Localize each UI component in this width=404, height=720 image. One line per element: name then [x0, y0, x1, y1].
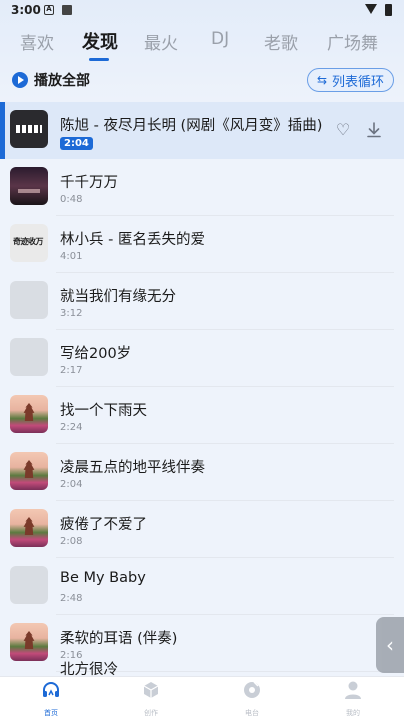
category-tabs: 喜欢 发现 最火 DJ 老歌 广场舞 [0, 26, 404, 61]
user-icon [343, 680, 363, 700]
battery-icon [385, 4, 392, 16]
album-art-placeholder [10, 281, 48, 319]
song-duration: 2:17 [60, 365, 83, 376]
song-row[interactable]: 陈旭 - 夜尽月长明 (网剧《风月变》插曲) 2:04 ♡ [0, 102, 404, 159]
song-title: 凌晨五点的地平线伴奏 [60, 460, 205, 476]
song-title: 陈旭 - 夜尽月长明 (网剧《风月变》插曲) [60, 118, 323, 134]
song-duration: 2:04 [60, 137, 93, 150]
status-bar: 3:00 A [0, 0, 404, 22]
tab-oldies[interactable]: 老歌 [264, 29, 298, 54]
song-duration: 2:24 [60, 422, 83, 433]
side-drawer-handle[interactable]: ‹ [376, 617, 404, 673]
song-row[interactable]: 奇迹收万 林小兵 - 匿名丢失的爱 4:01 [0, 216, 404, 273]
nav-radio-label: 电台 [245, 709, 259, 717]
repeat-icon: ⇆ [316, 73, 328, 87]
song-row[interactable]: Be My Baby 2:48 [0, 558, 404, 615]
heart-icon[interactable]: ♡ [334, 121, 352, 139]
song-title: 就当我们有缘无分 [60, 289, 176, 305]
tab-discover[interactable]: 发现 [82, 28, 118, 54]
album-art-placeholder [10, 338, 48, 376]
song-title: 林小兵 - 匿名丢失的爱 [60, 232, 205, 248]
cube-icon [141, 680, 161, 700]
song-duration: 2:48 [60, 593, 83, 604]
chevron-left-icon: ‹ [386, 633, 394, 657]
song-title: Be My Baby [60, 570, 146, 586]
now-playing-indicator [0, 102, 5, 159]
nav-mine-label: 我的 [346, 709, 360, 717]
song-duration: 4:01 [60, 251, 83, 262]
song-row[interactable]: 就当我们有缘无分 3:12 [0, 273, 404, 330]
song-title: 柔软的耳语 (伴奏) [60, 631, 178, 647]
status-time: 3:00 [11, 3, 41, 17]
song-duration: 3:12 [60, 308, 83, 319]
song-row[interactable]: 凌晨五点的地平线伴奏 2:04 [0, 444, 404, 501]
song-list: 陈旭 - 夜尽月长明 (网剧《风月变》插曲) 2:04 ♡ 千千万万 0:48 … [0, 102, 404, 676]
tab-square-dance[interactable]: 广场舞 [327, 29, 378, 54]
song-title: 写给200岁 [60, 346, 132, 362]
headphones-icon [41, 680, 61, 700]
tab-likes[interactable]: 喜欢 [20, 29, 54, 54]
nav-create-label: 创作 [144, 709, 158, 717]
song-title: 千千万万 [60, 175, 118, 191]
play-circle-icon [12, 72, 28, 88]
loop-mode-label: 列表循环 [332, 74, 385, 90]
album-art-placeholder [10, 566, 48, 604]
song-row[interactable]: 写给200岁 2:17 [0, 330, 404, 387]
song-row[interactable]: 疲倦了不爱了 2:08 [0, 501, 404, 558]
album-art [10, 167, 48, 205]
play-all-button[interactable]: 播放全部 [12, 71, 90, 89]
play-all-label: 播放全部 [34, 73, 90, 89]
song-title: 疲倦了不爱了 [60, 517, 147, 533]
tab-hottest[interactable]: 最火 [144, 29, 178, 54]
tab-dj[interactable]: DJ [211, 29, 229, 49]
notification-a-icon: A [44, 5, 54, 15]
nav-radio[interactable]: 电台 [222, 677, 282, 720]
nav-home[interactable]: 首页 [21, 677, 81, 720]
album-art [10, 509, 48, 547]
notification-square-icon [62, 5, 72, 15]
nav-home-label: 首页 [44, 709, 58, 717]
album-art [10, 623, 48, 661]
song-title: 找一个下雨天 [60, 403, 147, 419]
song-duration: 0:48 [60, 194, 83, 205]
song-row[interactable]: 找一个下雨天 2:24 [0, 387, 404, 444]
nav-create[interactable]: 创作 [121, 677, 181, 720]
album-art: 奇迹收万 [10, 224, 48, 262]
bottom-navigation: 首页 创作 电台 我的 [0, 676, 404, 720]
record-icon [242, 680, 262, 700]
album-art [10, 395, 48, 433]
nav-mine[interactable]: 我的 [323, 677, 383, 720]
loop-mode-button[interactable]: ⇆ 列表循环 [307, 68, 394, 92]
album-art-logo-text: 奇迹收万 [13, 237, 44, 246]
wifi-icon [365, 4, 377, 14]
album-art [10, 452, 48, 490]
song-row[interactable]: 千千万万 0:48 [0, 159, 404, 216]
active-tab-indicator [89, 58, 109, 61]
song-duration: 2:08 [60, 536, 83, 547]
album-art [10, 110, 48, 148]
download-icon[interactable] [365, 121, 383, 139]
song-duration: 2:04 [60, 479, 83, 490]
